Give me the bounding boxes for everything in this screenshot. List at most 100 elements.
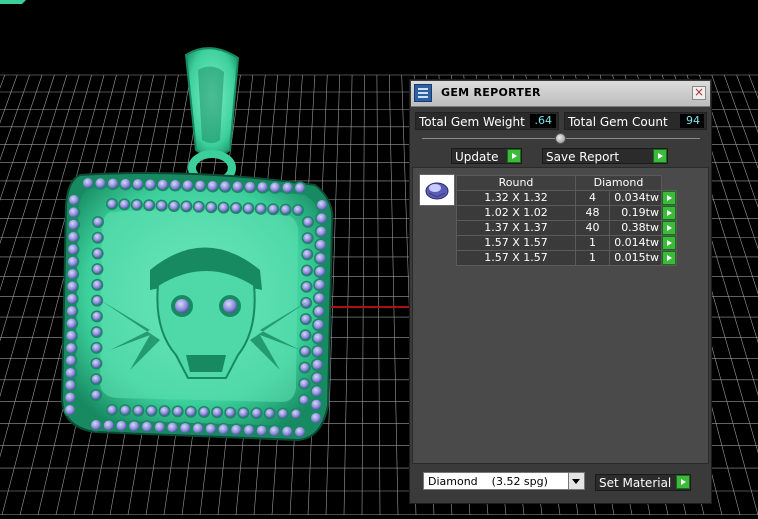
bail-groove xyxy=(198,66,224,143)
play-arrow-icon[interactable] xyxy=(662,221,676,235)
gem-stone xyxy=(316,213,327,224)
play-arrow-icon[interactable] xyxy=(662,236,676,250)
gem-stone xyxy=(103,420,114,431)
play-arrow-icon[interactable] xyxy=(507,149,521,163)
update-label: Update xyxy=(455,150,499,164)
gem-stone xyxy=(243,203,253,213)
gem-stone xyxy=(232,181,243,192)
gem-stone xyxy=(199,407,209,417)
table-row[interactable]: 1.57 X 1.57 1 0.015tw xyxy=(456,250,677,266)
gem-stone xyxy=(173,406,183,416)
gem-stone xyxy=(142,421,152,432)
save-report-label: Save Report xyxy=(546,150,620,164)
gem-stone xyxy=(301,314,311,324)
gem-stone xyxy=(281,205,291,215)
gem-stone xyxy=(92,264,102,274)
gem-stone xyxy=(303,217,313,227)
gem-stone xyxy=(68,232,79,243)
gem-stone xyxy=(146,406,156,416)
gem-stone xyxy=(69,195,79,205)
gem-stone xyxy=(92,296,102,306)
gem-stone xyxy=(282,182,293,193)
play-arrow-icon[interactable] xyxy=(653,149,667,163)
gem-stone xyxy=(92,343,102,353)
gem-stone xyxy=(66,306,77,317)
play-arrow-icon[interactable] xyxy=(676,475,690,489)
chevron-down-icon[interactable] xyxy=(568,473,584,489)
gem-stone xyxy=(67,281,78,292)
gem-stone xyxy=(120,178,131,189)
gem-count: 1 xyxy=(575,250,610,266)
gem-stone xyxy=(145,179,156,190)
row-select-button[interactable] xyxy=(661,235,677,251)
grid-line xyxy=(748,74,758,100)
gem-stone xyxy=(66,330,77,341)
play-arrow-icon[interactable] xyxy=(662,251,676,265)
gem-stone xyxy=(91,374,101,384)
gem-stone xyxy=(68,207,79,218)
gem-stone xyxy=(157,201,167,211)
gem-stone xyxy=(300,330,310,340)
round-gem-icon[interactable] xyxy=(419,174,455,206)
gem-weight: 0.19tw xyxy=(609,205,662,221)
gem-stone xyxy=(67,269,78,280)
slider-knob[interactable] xyxy=(555,133,566,144)
grid-line xyxy=(0,74,30,161)
pendant-model[interactable] xyxy=(60,47,334,442)
play-arrow-icon[interactable] xyxy=(662,206,676,220)
panel-title: GEM REPORTER xyxy=(441,86,541,99)
table-row[interactable]: 1.02 X 1.02 48 0.19tw xyxy=(456,205,677,221)
set-material-button[interactable]: Set Material xyxy=(595,474,691,491)
gem-stone xyxy=(317,200,327,210)
gem-stone xyxy=(144,200,154,210)
gem-weight: 0.015tw xyxy=(609,250,662,266)
grid-line xyxy=(388,74,399,516)
gem-table: Round Diamond 1.32 X 1.32 4 0.034tw 1.02 X … xyxy=(456,175,677,266)
gem-stone xyxy=(68,219,79,230)
gem-stone xyxy=(157,179,168,190)
gem-weight: 0.034tw xyxy=(609,190,662,206)
gem-stone xyxy=(314,279,325,290)
gem-size: 1.32 X 1.32 xyxy=(456,190,576,206)
set-material-label: Set Material xyxy=(599,476,672,490)
gem-stone xyxy=(225,408,235,418)
table-row[interactable]: 1.37 X 1.37 40 0.38tw xyxy=(456,220,677,236)
gem-stone xyxy=(231,424,242,435)
column-header-shape: Round xyxy=(456,175,576,191)
table-row[interactable]: 1.32 X 1.32 4 0.034tw xyxy=(456,190,677,206)
total-gem-weight-field: Total Gem Weight .64 xyxy=(415,112,559,130)
row-select-button[interactable] xyxy=(661,190,677,206)
gem-stone xyxy=(91,390,101,400)
gem-stone xyxy=(220,181,231,192)
gem-stone xyxy=(265,408,275,418)
gem-stone xyxy=(313,333,324,344)
gem-stone xyxy=(65,380,76,391)
panel-titlebar[interactable]: GEM REPORTER × xyxy=(411,81,710,107)
column-header-material: Diamond xyxy=(575,175,662,191)
gem-stone xyxy=(212,407,222,417)
gem-stone xyxy=(312,359,323,370)
gem-stone xyxy=(193,423,203,434)
gem-stone xyxy=(312,373,323,384)
gem-stone xyxy=(314,306,324,317)
gem-size: 1.57 X 1.57 xyxy=(456,250,576,266)
play-arrow-icon[interactable] xyxy=(662,191,676,205)
material-select[interactable]: Diamond (3.52 spg) xyxy=(423,472,585,490)
row-select-button[interactable] xyxy=(661,250,677,266)
gem-stone xyxy=(314,293,325,304)
teeth xyxy=(186,355,226,372)
gem-size: 1.02 X 1.02 xyxy=(456,205,576,221)
save-report-button[interactable]: Save Report xyxy=(542,148,668,164)
gem-stone xyxy=(132,179,143,190)
row-select-button[interactable] xyxy=(661,205,677,221)
gem-stone xyxy=(93,233,103,243)
row-select-button[interactable] xyxy=(661,220,677,236)
gem-stone xyxy=(282,426,293,437)
total-gem-weight-label: Total Gem Weight xyxy=(419,115,525,129)
table-row[interactable]: 1.57 X 1.57 1 0.014tw xyxy=(456,235,677,251)
update-button[interactable]: Update xyxy=(451,148,522,164)
gem-stone xyxy=(311,386,322,397)
grid-line xyxy=(361,74,365,516)
close-icon[interactable]: × xyxy=(692,86,706,100)
total-gem-count-field: Total Gem Count 94 xyxy=(564,112,707,130)
